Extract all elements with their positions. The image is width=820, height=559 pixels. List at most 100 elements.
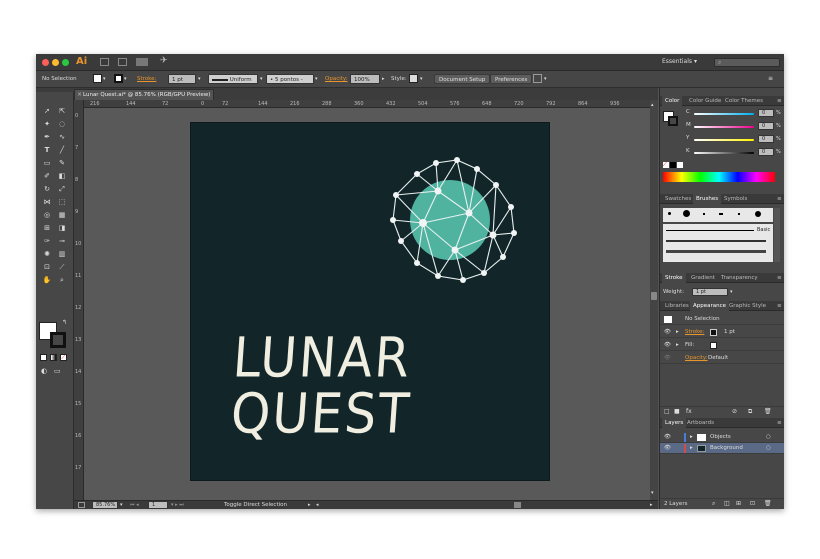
none-mode-icon[interactable]: ⟋	[60, 354, 67, 361]
control-bar-menu-icon[interactable]: ≡	[768, 74, 773, 84]
white-swatch[interactable]	[677, 162, 683, 168]
brush-dot-3[interactable]	[703, 213, 705, 215]
pen-tool-icon[interactable]: ✒	[41, 132, 53, 142]
color-stroke-box[interactable]	[668, 116, 678, 126]
duplicate-item-icon[interactable]: ⧉	[748, 408, 752, 416]
expand-arrow-icon[interactable]: ▸	[690, 443, 693, 454]
vertical-ruler[interactable]: 0 7 8 9 10 11 12 13 14 15 16 17	[74, 100, 84, 500]
style-dropdown-arrow[interactable]: ▾	[420, 74, 423, 84]
screen-mode-icon[interactable]: ▭	[54, 367, 61, 375]
profile-dropdown-arrow[interactable]: ▾	[260, 74, 263, 84]
symbol-sprayer-tool-icon[interactable]: ✺	[41, 249, 53, 259]
zoom-dropdown-arrow[interactable]: ▾	[120, 501, 123, 509]
paintbrush-tool-icon[interactable]: ✎	[56, 158, 68, 168]
eye-icon[interactable]: 👁	[664, 432, 671, 443]
tab-symbols[interactable]: Symbols	[721, 194, 750, 204]
appearance-fill-row[interactable]: 👁 ▸ Fill:	[660, 340, 784, 351]
zoom-window-button[interactable]	[62, 59, 69, 66]
selection-tool-icon[interactable]: ➚	[41, 106, 53, 116]
brush-dot-5[interactable]	[738, 213, 740, 215]
opacity-field[interactable]: 100%	[350, 74, 380, 84]
next-artboard-icon[interactable]: ▾ ▸ ⏭	[171, 501, 184, 509]
align-dropdown-arrow[interactable]: ▾	[544, 74, 547, 84]
delete-layer-icon[interactable]: 🗑	[764, 500, 772, 507]
line-tool-icon[interactable]: ╱	[56, 145, 68, 155]
artboard-number-field[interactable]: 1	[148, 501, 168, 509]
search-help-input[interactable]: ⌕	[714, 58, 780, 67]
document-tab[interactable]: × Lunar Quest.ai* @ 85.76% (RGB/GPU Prev…	[74, 89, 214, 100]
direct-selection-tool-icon[interactable]: ⇱	[56, 106, 68, 116]
brushes-scrollbar[interactable]	[774, 208, 780, 262]
appearance-fill-swatch[interactable]	[710, 342, 717, 349]
black-swatch[interactable]	[670, 162, 676, 168]
drawing-modes-icon[interactable]: ◐	[41, 367, 47, 375]
workspace-switcher[interactable]: Essentials ▾	[662, 58, 697, 65]
add-fill-icon[interactable]: ■	[674, 408, 680, 415]
stroke-weight-input[interactable]: 1 pt	[692, 288, 728, 296]
appearance-opacity-row[interactable]: 👁 Opacity: Default	[660, 353, 784, 364]
tools-panel-grip[interactable]	[36, 88, 74, 92]
layer-row-background[interactable]: 👁 ▸ Background ○	[660, 443, 784, 454]
eye-icon[interactable]: 👁	[664, 443, 671, 454]
gradient-mode-icon[interactable]	[50, 354, 57, 361]
eye-icon[interactable]: 👁	[664, 340, 671, 351]
artboard[interactable]: LUNAR QUEST	[190, 122, 550, 481]
brushes-panel-menu-icon[interactable]: ≡	[774, 194, 784, 204]
tab-color-guide[interactable]: Color Guide	[686, 96, 724, 106]
charcoal-brush-stroke[interactable]	[666, 240, 766, 242]
brush-dropdown-arrow[interactable]: ▾	[315, 74, 318, 84]
width-tool-icon[interactable]: ⋈	[41, 197, 53, 207]
scroll-down-arrow[interactable]: ▾	[651, 490, 654, 496]
expand-arrow-icon[interactable]: ▸	[690, 432, 693, 443]
bridge-icon[interactable]	[100, 58, 109, 66]
expand-arrow-icon[interactable]: ▸	[676, 327, 679, 338]
appearance-panel-menu-icon[interactable]: ≡	[774, 301, 784, 311]
brush-dot-1[interactable]	[668, 212, 671, 215]
slice-tool-icon[interactable]: ⟋	[56, 262, 68, 272]
scroll-up-arrow[interactable]: ▴	[651, 102, 654, 108]
close-window-button[interactable]	[42, 59, 49, 66]
scroll-left-arrow[interactable]: ◂	[316, 501, 319, 509]
brush-dot-6[interactable]	[755, 211, 761, 217]
magic-wand-tool-icon[interactable]: ✦	[41, 119, 53, 129]
horizontal-ruler[interactable]: 216 144 72 0 72 144 216 288 360 432 504 …	[84, 100, 658, 108]
fill-dropdown-arrow[interactable]: ▾	[103, 74, 106, 84]
first-artboard-icon[interactable]: ⏮ ◂	[130, 501, 139, 509]
zoom-tool-icon[interactable]: ⌕	[56, 275, 68, 285]
lasso-tool-icon[interactable]: ◌	[56, 119, 68, 129]
color-spectrum[interactable]	[663, 172, 775, 182]
appearance-stroke-swatch[interactable]	[710, 329, 717, 336]
clipping-mask-icon[interactable]: ◫	[724, 500, 730, 507]
brush-dot-row[interactable]	[663, 208, 773, 222]
close-tab-icon[interactable]: ×	[77, 90, 82, 100]
opacity-label[interactable]: Opacity:	[325, 74, 348, 84]
basic-brush-stroke[interactable]	[666, 230, 754, 231]
stroke-dropdown-arrow[interactable]: ▾	[124, 74, 127, 84]
black-field[interactable]: 0	[758, 148, 774, 156]
eye-icon[interactable]: 👁	[664, 327, 671, 338]
opacity-arrow[interactable]: ▸	[382, 74, 385, 84]
layers-panel-menu-icon[interactable]: ≡	[774, 418, 784, 428]
shaper-tool-icon[interactable]: ✐	[41, 171, 53, 181]
delete-item-icon[interactable]: 🗑	[764, 408, 772, 415]
appearance-stroke-label[interactable]: Stroke:	[685, 327, 704, 338]
stroke-weight-field[interactable]: 1 pt	[168, 74, 196, 84]
clear-appearance-icon[interactable]: ⊘	[732, 408, 737, 415]
blend-tool-icon[interactable]: ⊸	[56, 236, 68, 246]
preferences-button[interactable]: Preferences	[490, 74, 533, 84]
vertical-scrollbar[interactable]: ▴ ▾	[650, 100, 658, 500]
cyan-slider[interactable]	[694, 113, 754, 115]
tab-brushes[interactable]: Brushes	[693, 194, 722, 204]
variable-width-profile[interactable]: Uniform	[208, 74, 258, 84]
gradient-tool-icon[interactable]: ◨	[56, 223, 68, 233]
yellow-slider[interactable]	[694, 139, 754, 141]
perspective-grid-tool-icon[interactable]: ▦	[56, 210, 68, 220]
brush-stroke-list[interactable]: Basic	[663, 224, 773, 262]
swap-fill-stroke-icon[interactable]: ↰	[62, 319, 67, 326]
eraser-tool-icon[interactable]: ◧	[56, 171, 68, 181]
status-menu-arrow[interactable]: ▸	[308, 501, 311, 509]
stroke-color-box[interactable]	[50, 332, 66, 348]
black-slider[interactable]	[694, 152, 754, 154]
none-swatch[interactable]: ⟋	[663, 162, 669, 168]
arrange-documents-icon[interactable]	[136, 58, 148, 66]
